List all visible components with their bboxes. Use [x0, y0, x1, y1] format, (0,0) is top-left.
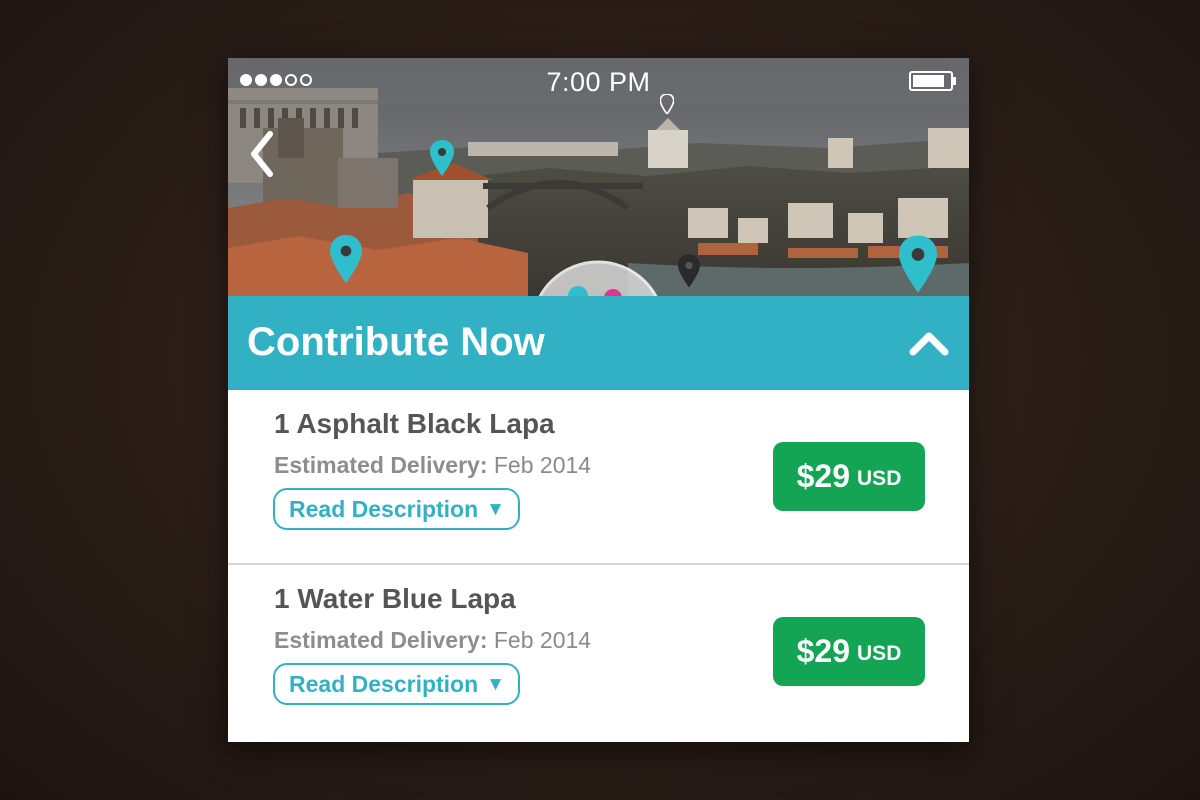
- battery-fill: [913, 75, 944, 87]
- reward-item: 1 Water Blue Lapa Estimated Delivery: Fe…: [228, 565, 969, 740]
- price-currency: USD: [857, 467, 902, 490]
- delivery-label: Estimated Delivery:: [274, 452, 488, 478]
- delivery-value: Feb 2014: [493, 452, 592, 478]
- triangle-down-icon: ▼: [486, 498, 505, 520]
- read-description-button[interactable]: Read Description ▼: [273, 488, 520, 530]
- price-amount: $29: [796, 633, 851, 669]
- status-bar: 7:00 PM: [228, 58, 969, 104]
- estimated-delivery: Estimated Delivery: Feb 2014: [274, 452, 591, 479]
- delivery-value: Feb 2014: [493, 627, 592, 653]
- chevron-left-icon: [251, 131, 273, 177]
- reward-item: 1 Asphalt Black Lapa Estimated Delivery:…: [228, 390, 969, 565]
- contribute-title: Contribute Now: [247, 320, 545, 364]
- battery-icon: [909, 71, 957, 91]
- map-pin-icon[interactable]: [678, 254, 700, 288]
- triangle-down-icon: ▼: [486, 673, 505, 695]
- map-pin-icon[interactable]: [330, 233, 362, 285]
- estimated-delivery: Estimated Delivery: Feb 2014: [274, 627, 591, 654]
- reward-title: 1 Asphalt Black Lapa: [274, 408, 555, 439]
- read-description-button[interactable]: Read Description ▼: [273, 663, 520, 705]
- collapse-button[interactable]: [907, 326, 951, 360]
- chevron-up-icon: [909, 332, 949, 356]
- price-button[interactable]: $29 USD: [773, 442, 925, 511]
- map-pin-icon[interactable]: [660, 94, 674, 114]
- reward-list: 1 Asphalt Black Lapa Estimated Delivery:…: [228, 390, 969, 740]
- price-amount: $29: [796, 458, 851, 494]
- map-pin-icon[interactable]: [430, 140, 454, 176]
- read-description-label: Read Description: [289, 495, 479, 522]
- delivery-label: Estimated Delivery:: [274, 627, 488, 653]
- price-button[interactable]: $29 USD: [773, 617, 925, 686]
- hero-city-photo: 7:00 PM: [228, 58, 969, 296]
- back-button[interactable]: [242, 124, 282, 184]
- read-description-label: Read Description: [289, 670, 479, 697]
- map-pin-icon[interactable]: [899, 234, 937, 294]
- price-currency: USD: [857, 642, 902, 665]
- reward-title: 1 Water Blue Lapa: [274, 583, 516, 614]
- phone-screen: 7:00 PM Contribute Now 1 Asphalt Black L…: [228, 58, 969, 742]
- contribute-header[interactable]: Contribute Now: [228, 296, 969, 390]
- status-time: 7:00 PM: [546, 67, 651, 97]
